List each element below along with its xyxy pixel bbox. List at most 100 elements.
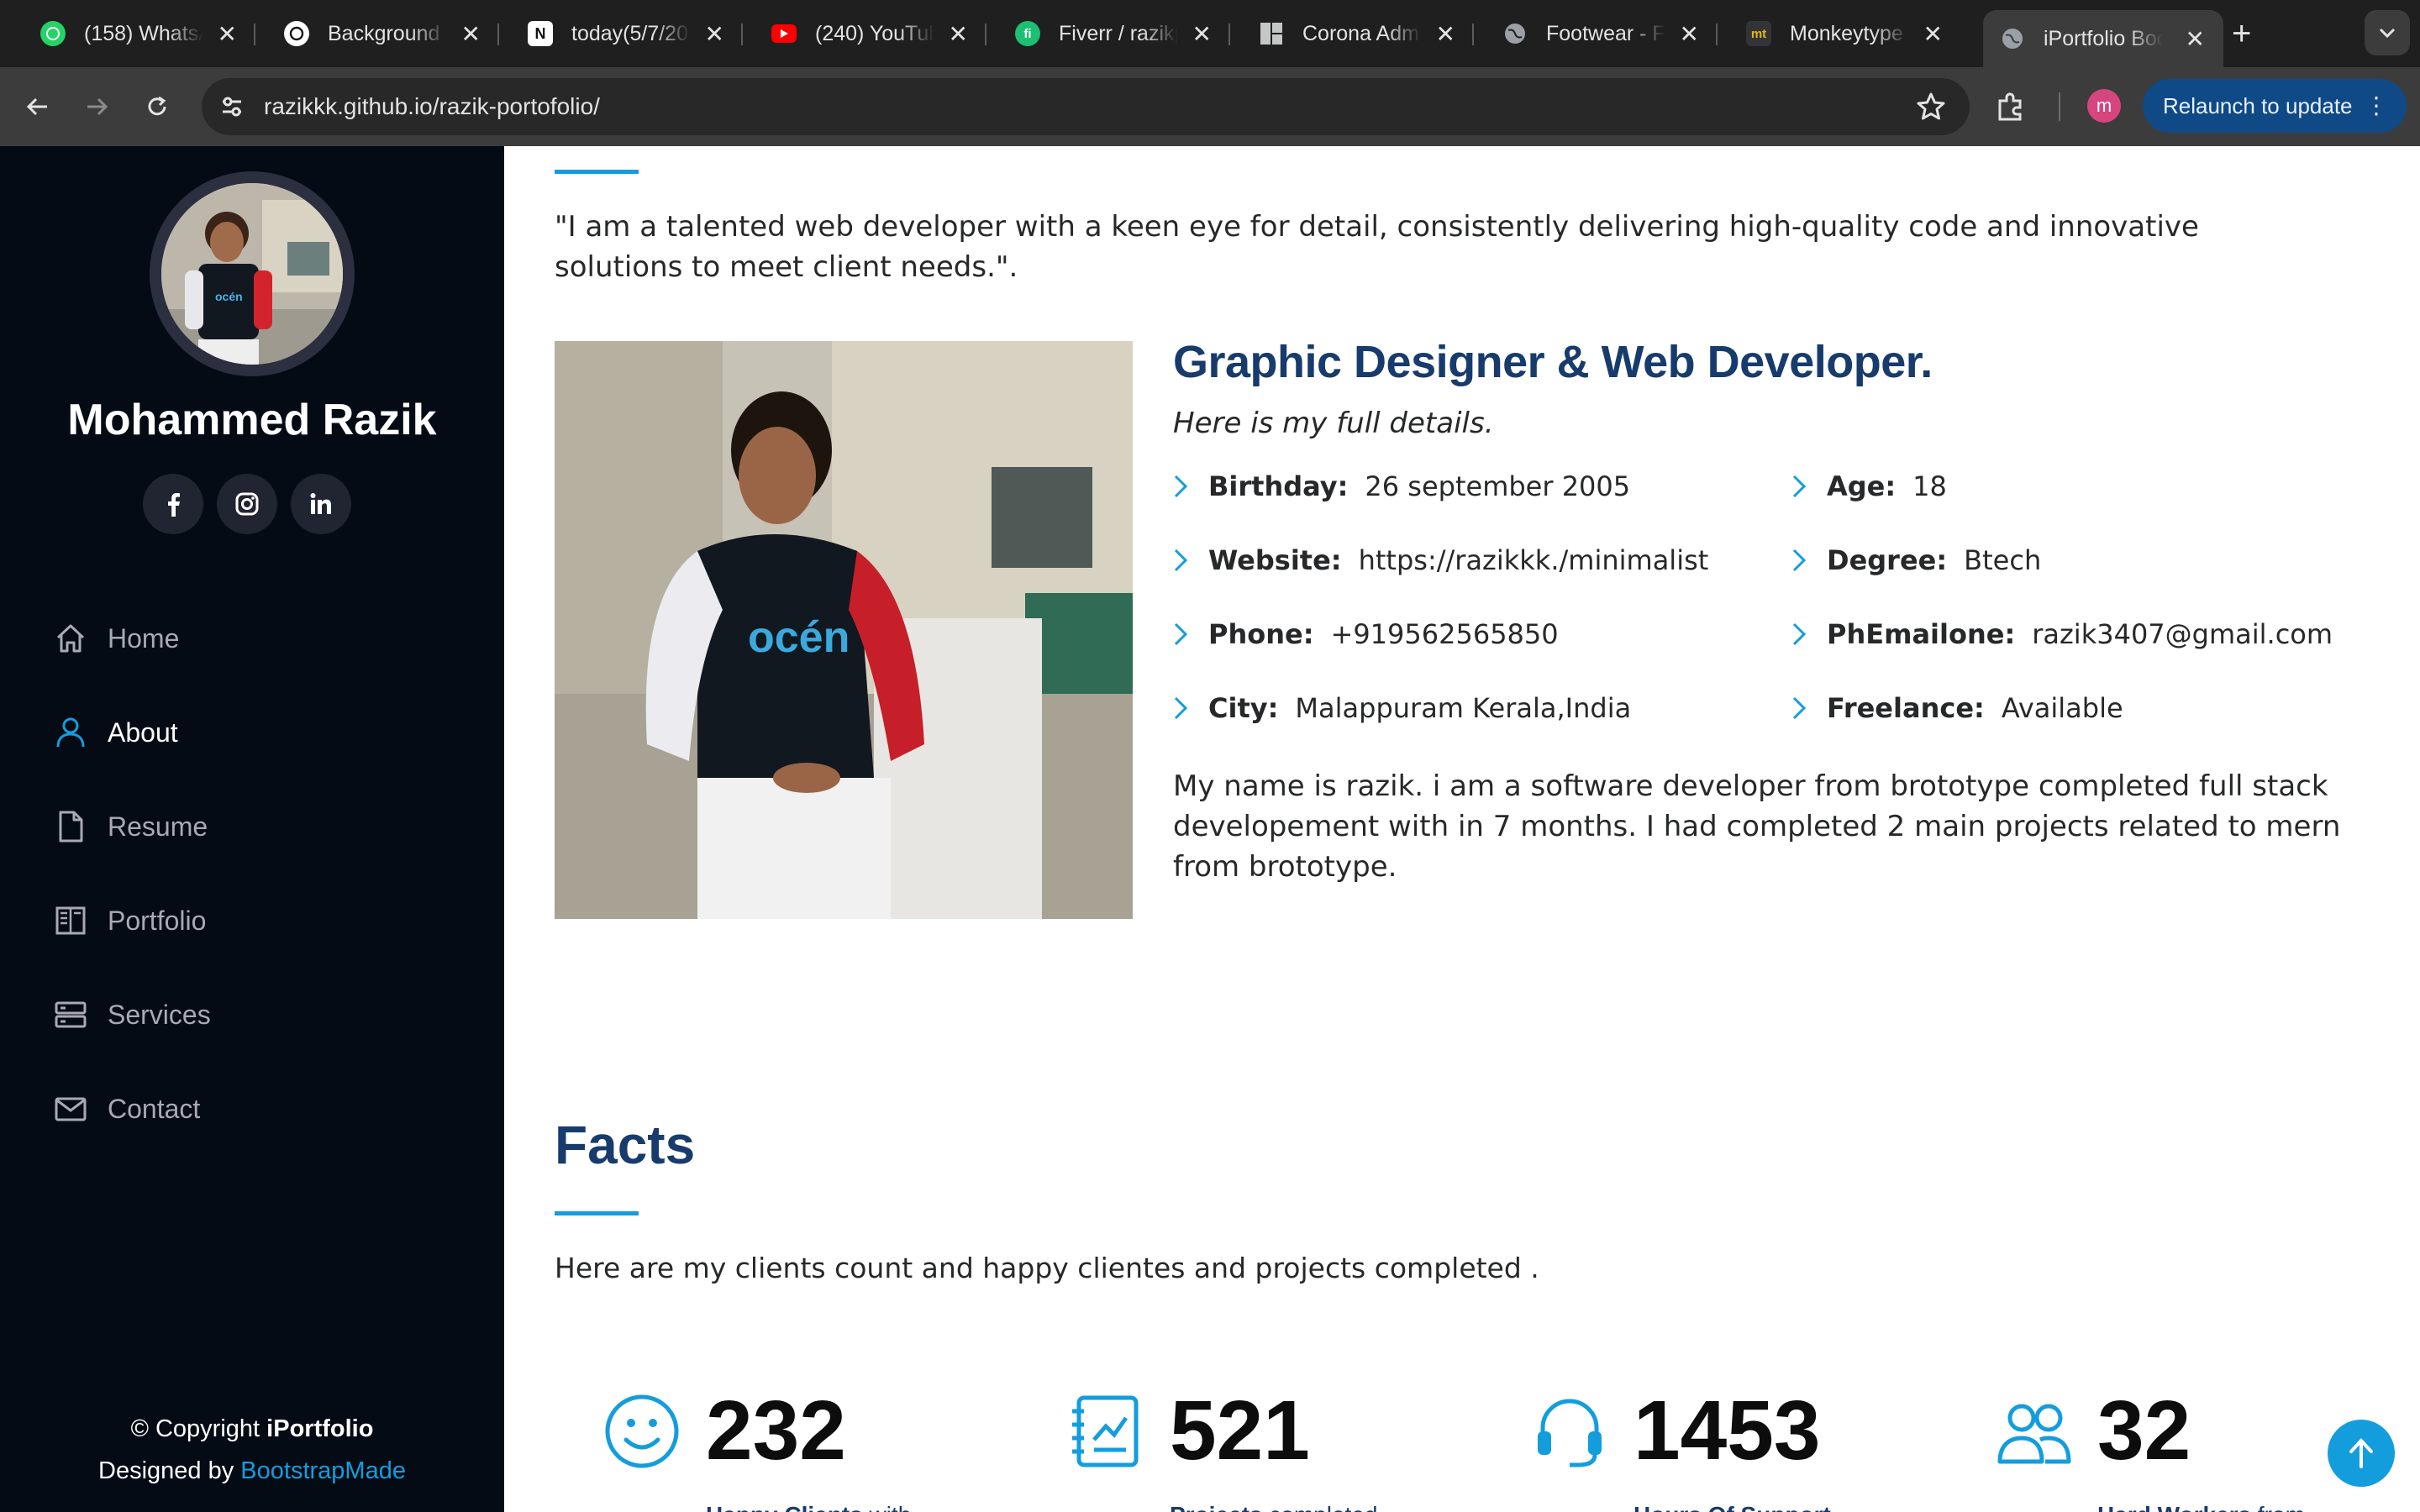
sidebar-item-services[interactable]: Services	[52, 968, 211, 1062]
facts-title: Facts	[555, 1115, 696, 1175]
sidebar-item-contact[interactable]: Contact	[52, 1062, 211, 1156]
section-title-underline	[555, 170, 639, 174]
detail-value: +919562565850	[1330, 618, 1559, 650]
extensions-puzzle-icon[interactable]	[1995, 91, 2027, 127]
browser-tab-active[interactable]: iPortfolio Bootstrap ✕	[1983, 10, 2223, 67]
detail-birthday: Birthday: 26 september 2005	[1173, 470, 1630, 502]
browser-tab[interactable]: Background Remover ✕	[255, 10, 499, 57]
sidebar-item-portfolio[interactable]: Portfolio	[52, 874, 211, 968]
browser-tab[interactable]: fi Fiverr / razikp ✕	[986, 10, 1230, 57]
bookmark-star-icon[interactable]	[1916, 92, 1946, 126]
chevron-right-icon	[1791, 548, 1817, 573]
home-icon	[52, 620, 89, 657]
detail-label: City:	[1208, 692, 1279, 724]
fact-caption: Hard Workers from	[2097, 1502, 2305, 1512]
chevron-right-icon	[1791, 696, 1817, 721]
sidebar-item-home[interactable]: Home	[52, 591, 211, 685]
browser-toolbar: razikkk.github.io/razik-portofolio/	[0, 67, 2420, 146]
instagram-link[interactable]	[217, 474, 277, 534]
detail-value: Available	[2001, 692, 2123, 724]
chevron-right-icon	[1173, 548, 1198, 573]
tab-title: iPortfolio Bootstrap	[2044, 26, 2163, 50]
globe-icon	[2000, 26, 2025, 51]
detail-degree: Degree: Btech	[1791, 544, 2041, 576]
detail-value: Btech	[1964, 544, 2042, 576]
detail-label: Freelance:	[1827, 692, 1985, 724]
relaunch-button[interactable]: Relaunch to update ⋮	[2143, 79, 2407, 133]
sidebar-item-resume[interactable]: Resume	[52, 780, 211, 874]
layout-icon	[1259, 21, 1284, 46]
browser-tab[interactable]: Footwear - Free ✕	[1474, 10, 1718, 57]
new-tab-button[interactable]: +	[2232, 15, 2251, 53]
tab-title: (158) WhatsApp	[84, 21, 203, 45]
browser-tab[interactable]: mt Monkeytype ✕	[1718, 10, 1961, 57]
url-path: /razik-portofolio/	[432, 93, 600, 119]
profile-avatar-image: océn	[150, 171, 355, 376]
fact-number: 232	[706, 1383, 846, 1478]
detail-value: razik3407@gmail.com	[2032, 618, 2333, 650]
profile-avatar[interactable]: m	[2087, 89, 2121, 123]
about-bio: My name is razik. i am a software develo…	[1173, 769, 2341, 884]
main-content: "I am a talented web developer with a ke…	[504, 146, 2420, 1512]
sidebar-item-about[interactable]: About	[52, 685, 211, 780]
close-icon[interactable]: ✕	[949, 20, 968, 48]
more-vert-icon[interactable]: ⋮	[2365, 91, 2388, 121]
social-links	[143, 474, 351, 534]
designed-by-text: Designed by	[98, 1457, 234, 1484]
back-button[interactable]	[17, 86, 59, 128]
arrow-right-icon	[87, 97, 108, 116]
reload-button[interactable]	[136, 86, 178, 128]
svg-text:océn: océn	[748, 613, 850, 662]
tab-title: (240) YouTube	[815, 21, 934, 45]
back-to-top-button[interactable]	[2328, 1420, 2395, 1487]
sidebar-nav: Home About Resume Portfolio Services Con…	[52, 591, 211, 1156]
close-icon[interactable]: ✕	[461, 20, 481, 48]
close-icon[interactable]: ✕	[218, 20, 237, 48]
tab-title: Corona Admin	[1302, 21, 1422, 45]
chevron-right-icon	[1791, 474, 1817, 499]
sidebar-footer: © Copyright iPortfolio Designed by Boots…	[0, 1408, 504, 1492]
address-bar[interactable]: razikkk.github.io/razik-portofolio/	[202, 78, 1970, 135]
facts-description: Here are my clients count and happy clie…	[555, 1252, 1539, 1284]
person-icon	[52, 714, 89, 751]
browser-tab[interactable]: Corona Admin ✕	[1230, 10, 1474, 57]
arrow-left-icon	[26, 97, 47, 116]
role-title: Graphic Designer & Web Developer.	[1173, 337, 1933, 387]
envelope-icon	[52, 1090, 89, 1127]
detail-label: Age:	[1827, 470, 1897, 502]
tab-title: Footwear - Free	[1546, 21, 1665, 45]
fact-caption-bold: Happy Clients	[706, 1502, 863, 1512]
forward-button[interactable]	[76, 86, 118, 128]
detail-city: City: Malappuram Kerala,India	[1173, 692, 1631, 724]
facebook-icon	[168, 493, 180, 517]
browser-tab[interactable]: (240) YouTube ✕	[743, 10, 986, 57]
headset-icon	[1531, 1393, 1608, 1470]
bootstrapmade-link[interactable]: BootstrapMade	[240, 1457, 406, 1484]
browser-tab[interactable]: (158) WhatsApp ✕	[12, 10, 255, 57]
close-icon[interactable]: ✕	[705, 20, 724, 48]
close-icon[interactable]: ✕	[1923, 20, 1943, 48]
close-icon[interactable]: ✕	[2186, 25, 2205, 53]
linkedin-link[interactable]	[291, 474, 351, 534]
tab-search-button[interactable]	[2365, 10, 2410, 55]
detail-email: PhEmailone: razik3407@gmail.com	[1791, 618, 2333, 650]
facebook-link[interactable]	[143, 474, 203, 534]
site-info-icon[interactable]	[217, 92, 247, 122]
fact-number: 521	[1170, 1383, 1310, 1478]
detail-label: Phone:	[1208, 618, 1314, 650]
file-icon	[52, 808, 89, 845]
sidebar-item-label: Resume	[108, 811, 208, 842]
arrow-up-icon	[2349, 1438, 2373, 1468]
relaunch-label: Relaunch to update	[2163, 92, 2353, 118]
close-icon[interactable]: ✕	[1192, 20, 1212, 48]
close-icon[interactable]: ✕	[1436, 20, 1455, 48]
whatsapp-icon	[40, 21, 66, 46]
fact-caption-rest: completed	[1263, 1502, 1377, 1512]
tab-title: Background Remover	[328, 21, 447, 45]
close-icon[interactable]: ✕	[1680, 20, 1699, 48]
detail-website: Website: https://razikkk./minimalist	[1173, 544, 1708, 576]
fact-caption: Happy Clients with	[706, 1502, 911, 1512]
sidebar-item-label: About	[108, 717, 178, 748]
sidebar: océn Mohammed Razik Home About Resume Po…	[0, 146, 504, 1512]
browser-tab[interactable]: N today(5/7/2024) ✕	[499, 10, 743, 57]
